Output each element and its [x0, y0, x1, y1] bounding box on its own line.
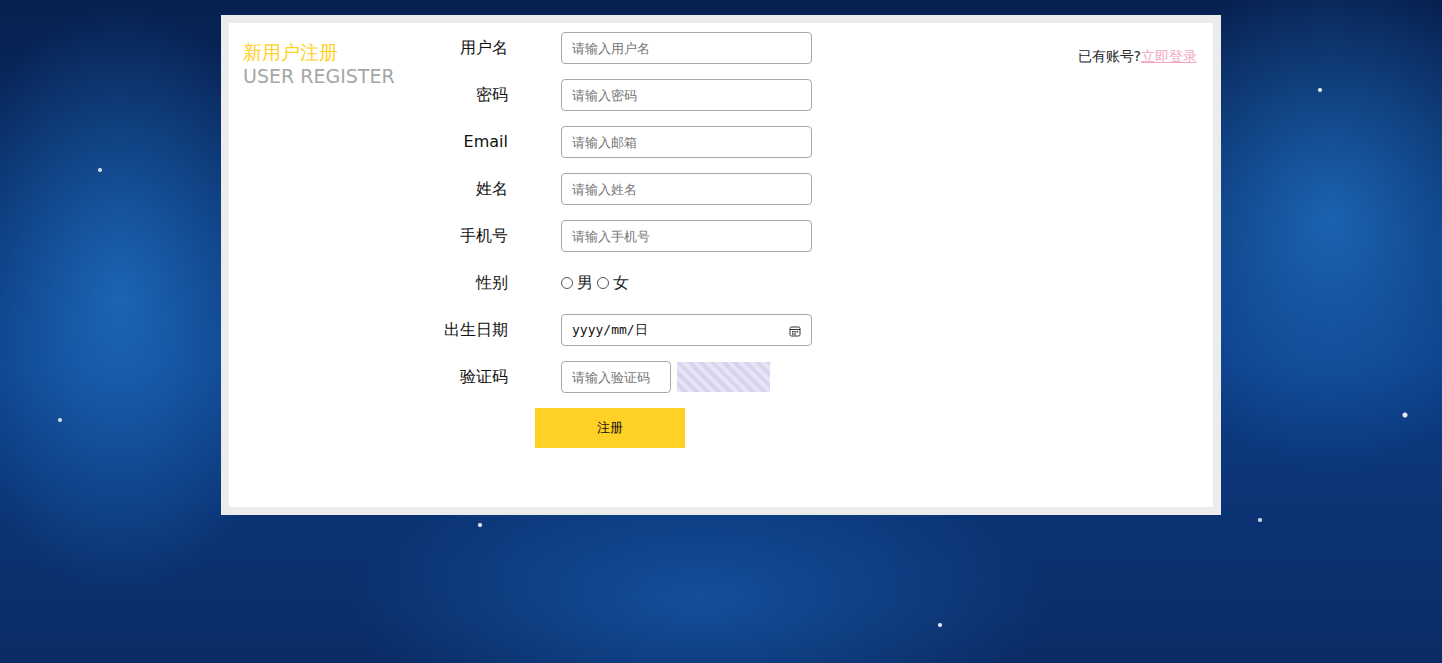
field-label: Email: [438, 130, 508, 154]
title-block: 新用户注册USER REGISTER: [229, 23, 438, 507]
radio-option[interactable]: 女: [597, 271, 629, 295]
radio-label: 女: [613, 271, 629, 295]
field-label: 出生日期: [438, 318, 508, 342]
field-label: 密码: [438, 83, 508, 107]
page-subtitle: USER REGISTER: [243, 65, 438, 89]
text-input[interactable]: [561, 32, 812, 64]
form-row: 出生日期 yyyy/mm/日: [438, 314, 1078, 346]
form-row: Email: [438, 126, 1078, 158]
form-row: 姓名: [438, 173, 1078, 205]
login-link[interactable]: 立即登录: [1141, 48, 1197, 64]
calendar-icon[interactable]: [789, 320, 801, 340]
form-row: 验证码: [438, 361, 1078, 393]
form-row: 性别 男女: [438, 267, 1078, 299]
date-input[interactable]: yyyy/mm/日: [561, 314, 812, 346]
login-text: 已有账号?: [1078, 48, 1141, 64]
page-title: 新用户注册: [243, 41, 438, 65]
text-input[interactable]: [561, 173, 812, 205]
field-label: 用户名: [438, 36, 508, 60]
field-label: 性别: [438, 271, 508, 295]
form-row: 手机号: [438, 220, 1078, 252]
radio-button[interactable]: [597, 277, 609, 289]
captcha-image[interactable]: [677, 362, 770, 392]
text-input[interactable]: [561, 126, 812, 158]
form-row: 密码: [438, 79, 1078, 111]
form-row: 用户名: [438, 32, 1078, 64]
radio-button[interactable]: [561, 277, 573, 289]
field-label: 验证码: [438, 365, 508, 389]
captcha-input[interactable]: [561, 361, 671, 393]
field-label: 手机号: [438, 224, 508, 248]
text-input[interactable]: [561, 220, 812, 252]
field-label: 姓名: [438, 177, 508, 201]
register-panel: 新用户注册USER REGISTER用户名密码 Email 姓名手机号性别 男女出生日…: [221, 15, 1221, 515]
date-value: yyyy/mm/日: [572, 320, 648, 340]
text-input[interactable]: [561, 79, 812, 111]
login-prompt: 已有账号?立即登录: [1078, 23, 1213, 507]
radio-option[interactable]: 男: [561, 271, 593, 295]
register-form: 用户名密码 Email 姓名手机号性别 男女出生日期 yyyy/mm/日验证码注册: [438, 23, 1078, 507]
radio-label: 男: [577, 271, 593, 295]
register-button[interactable]: 注册: [535, 408, 685, 448]
